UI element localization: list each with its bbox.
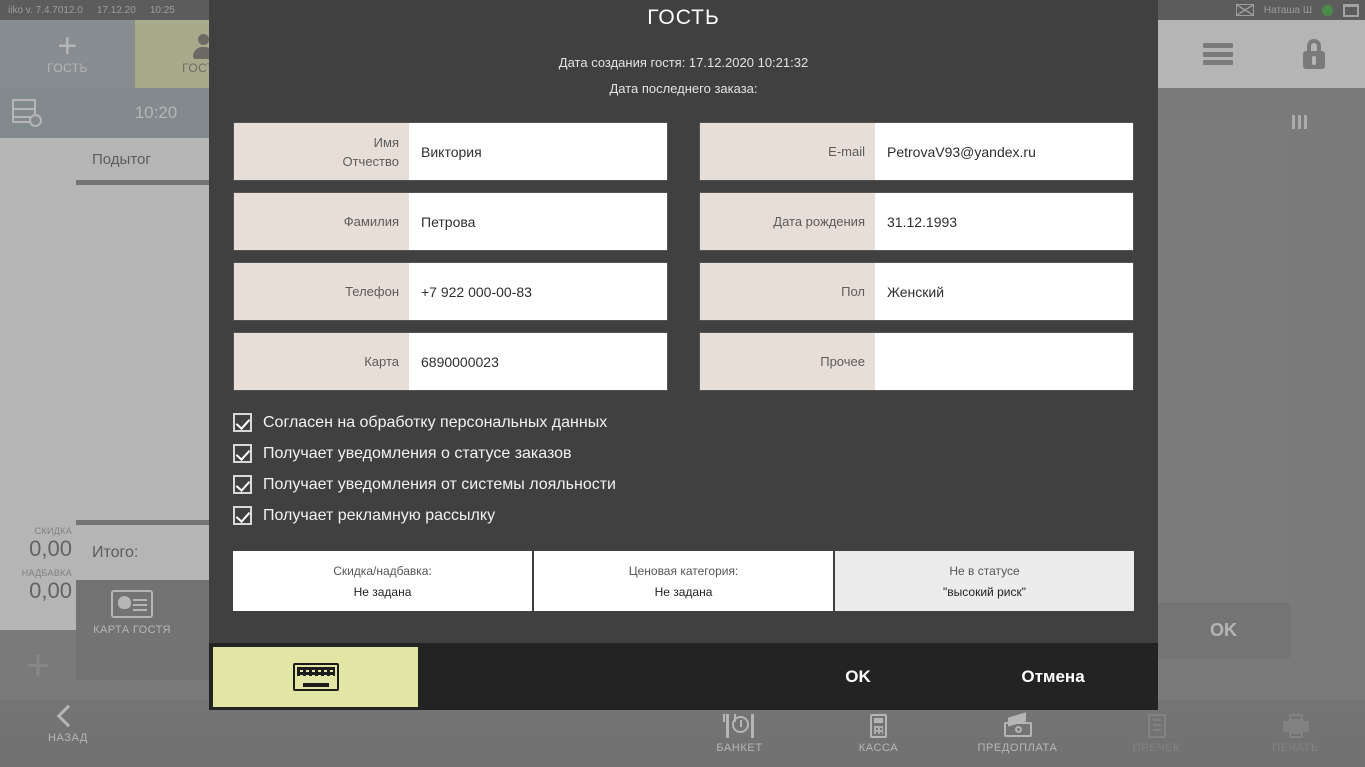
app-root: iiko v. 7.4.7012.0 17.12.20 10:25 Наташа… [0,0,1365,767]
onscreen-keyboard-button[interactable] [213,647,418,707]
field-birthdate[interactable]: Дата рождения 31.12.1993 [699,192,1134,251]
field-gender-value[interactable]: Женский [875,263,1133,320]
field-last-name-value[interactable]: Петрова [409,193,667,250]
checkbox-row-loyalty[interactable]: Получает уведомления от системы лояльнос… [233,475,1134,494]
dialog-ok-button[interactable]: OK [768,667,948,687]
field-first-name-label-line2: Отчество [342,152,399,171]
discount-surcharge-title: Скидка/надбавка: [333,564,432,578]
checkbox-loyalty[interactable] [233,475,252,494]
field-card-value[interactable]: 6890000023 [409,333,667,390]
dialog-ok-label: OK [845,667,871,686]
discount-surcharge-button[interactable]: Скидка/надбавка: Не задана [233,551,532,611]
checkbox-row-marketing[interactable]: Получает рекламную рассылку [233,506,1134,525]
checkbox-row-personal-data[interactable]: Согласен на обработку персональных данны… [233,413,1134,432]
price-category-button[interactable]: Ценовая категория: Не задана [534,551,833,611]
field-first-name[interactable]: Имя Отчество Виктория [233,122,668,181]
checkbox-personal-data[interactable] [233,413,252,432]
field-card-label: Карта [234,333,409,390]
dialog-footer: OK Отмена [209,643,1158,710]
field-last-name[interactable]: Фамилия Петрова [233,192,668,251]
field-email-value[interactable]: PetrovaV93@yandex.ru [875,123,1133,180]
field-card[interactable]: Карта 6890000023 [233,332,668,391]
field-email[interactable]: E-mail PetrovaV93@yandex.ru [699,122,1134,181]
checkbox-row-order-status[interactable]: Получает уведомления о статусе заказов [233,444,1134,463]
checkbox-order-status-label: Получает уведомления о статусе заказов [263,445,572,463]
checkbox-loyalty-label: Получает уведомления от системы лояльнос… [263,476,616,494]
guest-dialog: ГОСТЬ Дата создания гостя: 17.12.2020 10… [209,0,1158,710]
field-other-label: Прочее [700,333,875,390]
field-email-label: E-mail [700,123,875,180]
field-birthdate-label: Дата рождения [700,193,875,250]
guest-fields: Имя Отчество Виктория Фамилия Петрова Те… [209,102,1158,391]
checkbox-order-status[interactable] [233,444,252,463]
field-first-name-label: Имя Отчество [234,123,409,180]
field-other-value[interactable] [875,333,1133,390]
guest-fields-left: Имя Отчество Виктория Фамилия Петрова Те… [233,122,668,391]
high-risk-status-value: "высокий риск" [943,585,1026,599]
field-gender[interactable]: Пол Женский [699,262,1134,321]
dialog-meta: Дата создания гостя: 17.12.2020 10:21:32… [209,50,1158,102]
dialog-title: ГОСТЬ [209,0,1158,30]
field-gender-label: Пол [700,263,875,320]
keyboard-icon [293,663,339,691]
guest-fields-right: E-mail PetrovaV93@yandex.ru Дата рождени… [699,122,1134,391]
field-phone[interactable]: Телефон +7 922 000-00-83 [233,262,668,321]
field-phone-value[interactable]: +7 922 000-00-83 [409,263,667,320]
guest-consents: Согласен на обработку персональных данны… [209,391,1158,525]
checkbox-marketing[interactable] [233,506,252,525]
checkbox-personal-data-label: Согласен на обработку персональных данны… [263,414,607,432]
field-phone-label: Телефон [234,263,409,320]
field-first-name-value[interactable]: Виктория [409,123,667,180]
dialog-cancel-label: Отмена [1021,667,1084,686]
high-risk-status-title: Не в статусе [949,564,1019,578]
high-risk-status-button[interactable]: Не в статусе "высокий риск" [835,551,1134,611]
last-order-date-line: Дата последнего заказа: [209,76,1158,102]
discount-surcharge-value: Не задана [354,585,412,599]
price-category-value: Не задана [655,585,713,599]
dialog-cancel-button[interactable]: Отмена [948,667,1158,687]
guest-option-buttons: Скидка/надбавка: Не задана Ценовая катег… [209,525,1158,611]
field-last-name-label: Фамилия [234,193,409,250]
checkbox-marketing-label: Получает рекламную рассылку [263,507,495,525]
field-first-name-label-line1: Имя [374,133,399,152]
field-birthdate-value[interactable]: 31.12.1993 [875,193,1133,250]
field-other[interactable]: Прочее [699,332,1134,391]
created-date-line: Дата создания гостя: 17.12.2020 10:21:32 [209,50,1158,76]
price-category-title: Ценовая категория: [629,564,739,578]
